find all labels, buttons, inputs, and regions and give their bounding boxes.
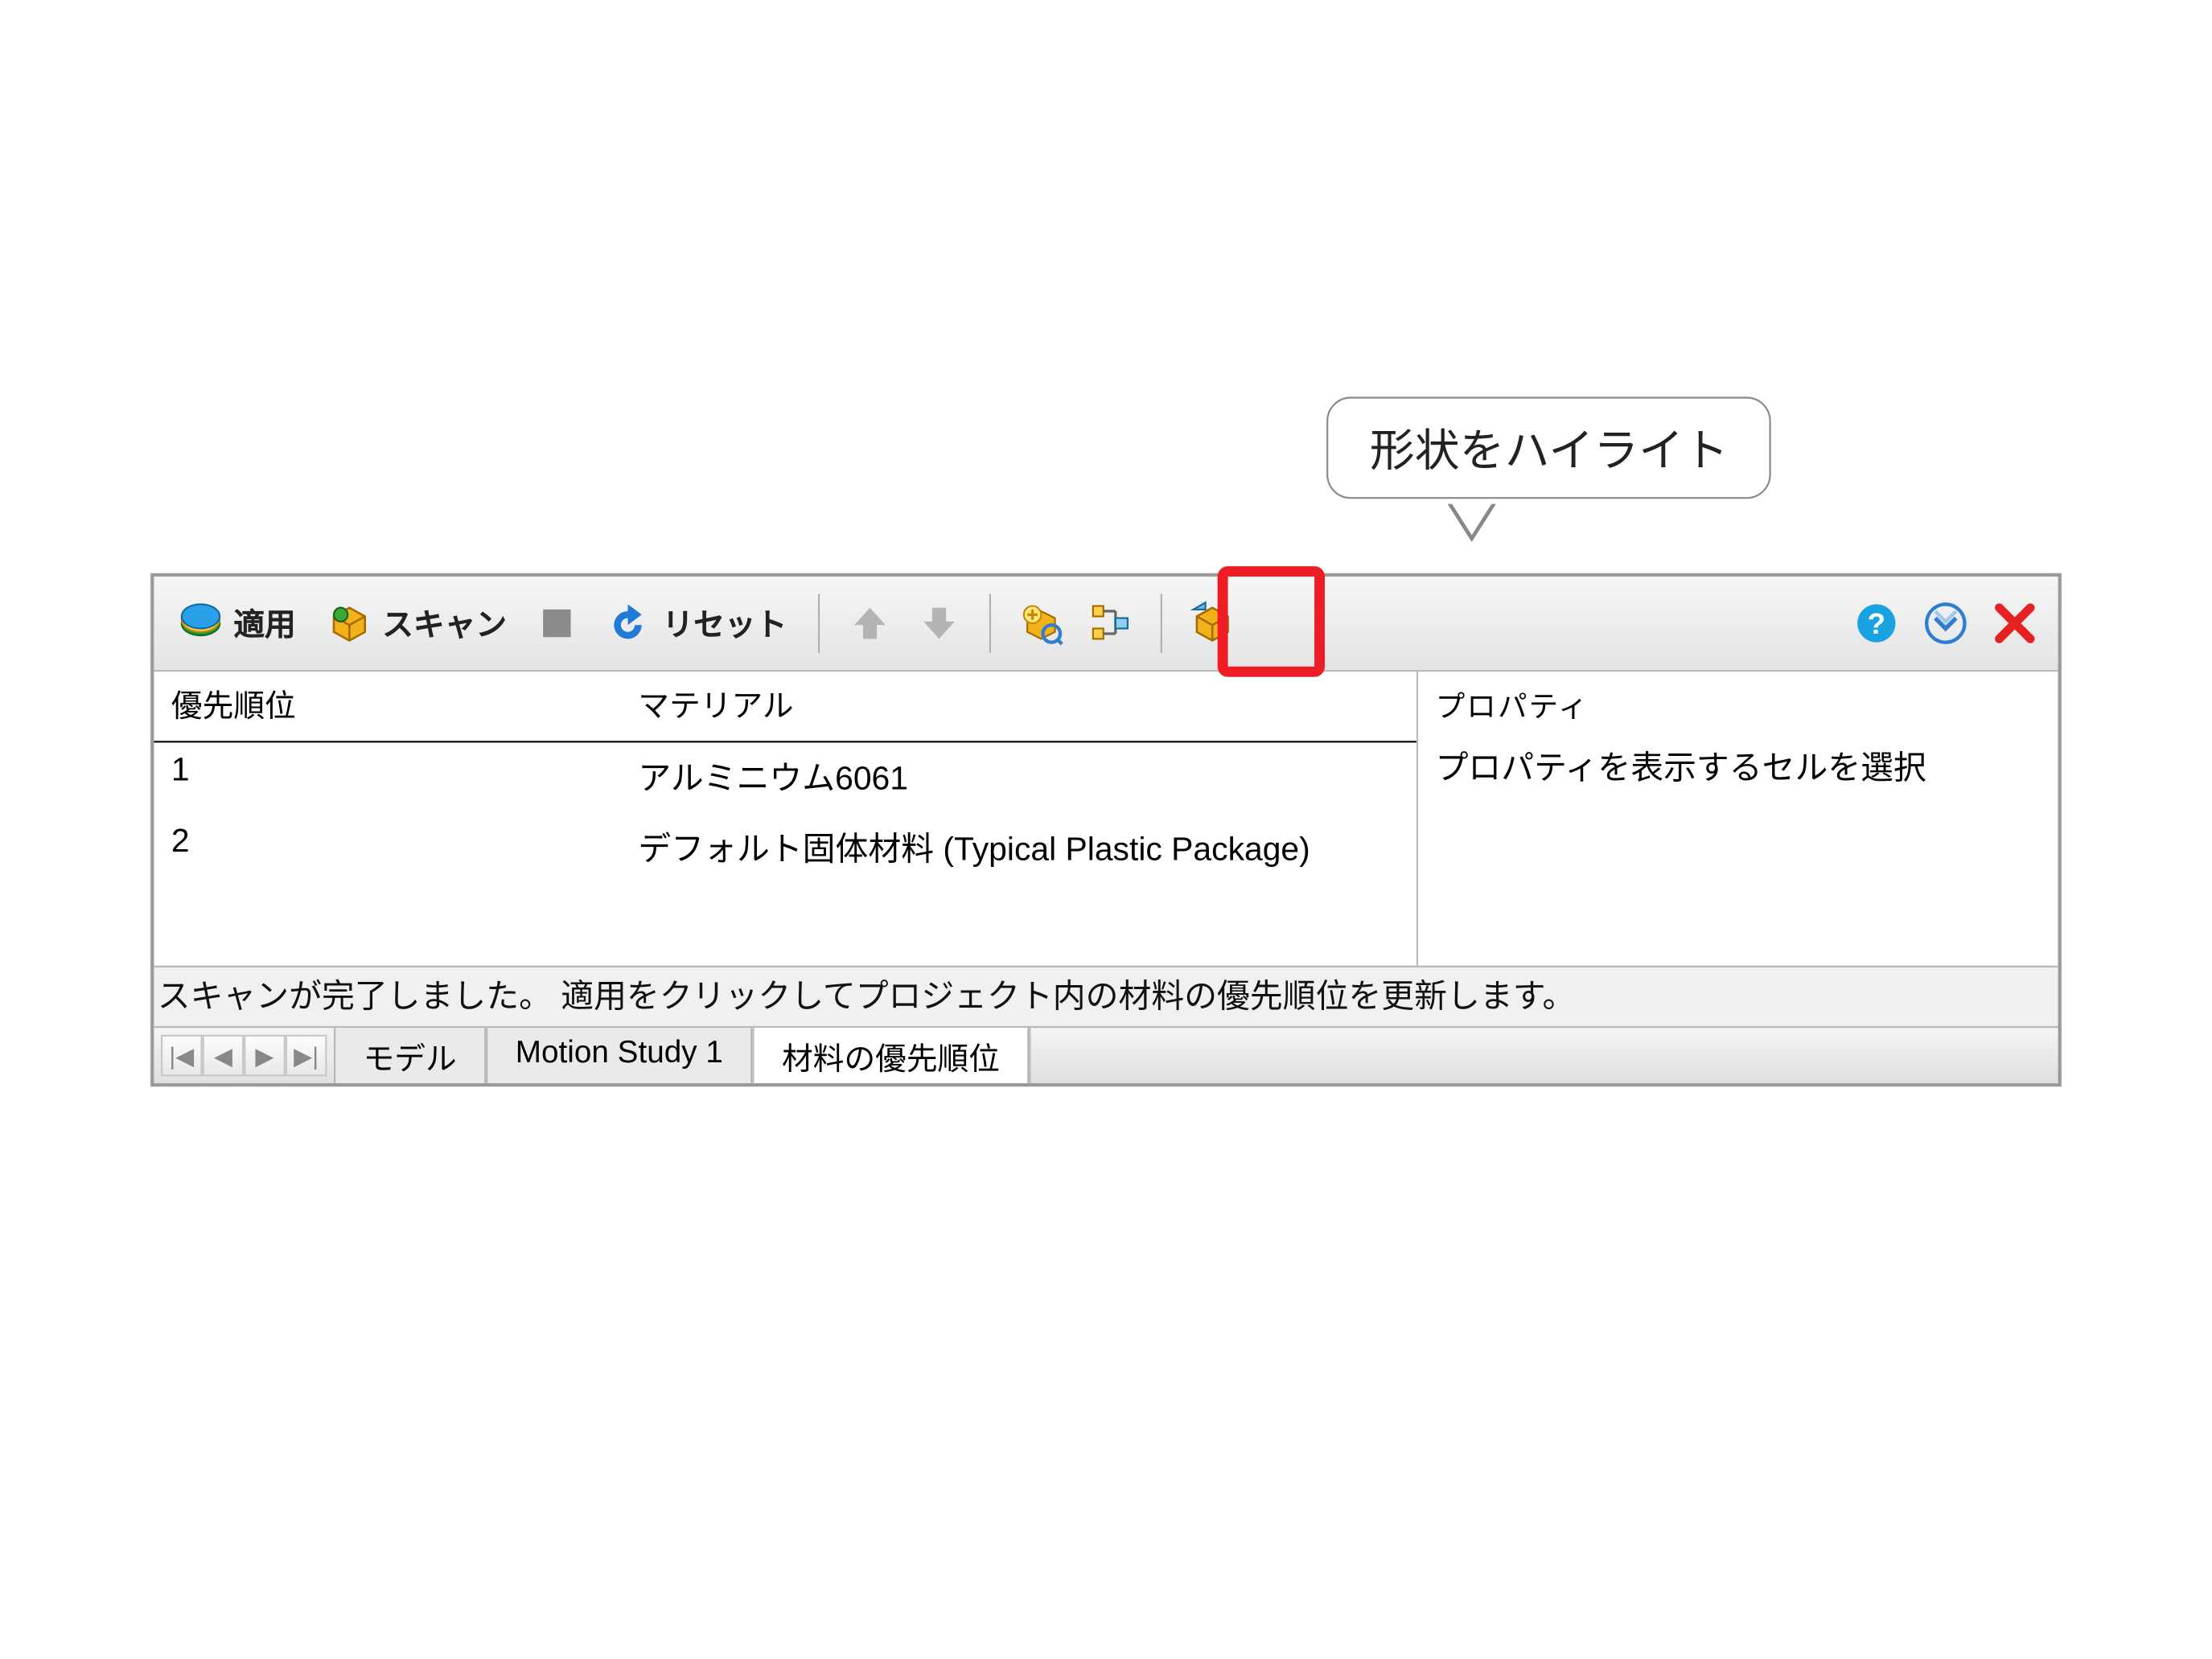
move-down-button[interactable] — [910, 593, 968, 652]
highlight-cube-icon — [1190, 601, 1235, 646]
scan-label: スキャン — [382, 601, 507, 646]
table-header-row: 優先順位 マテリアル — [154, 671, 1416, 742]
arrow-down-icon — [917, 601, 962, 646]
highlight-shape-button[interactable] — [1183, 593, 1242, 652]
tab-material-priority[interactable]: 材料の優先順位 — [752, 1028, 1029, 1083]
cell-material: アルミニウム6061 — [621, 742, 1416, 813]
toolbar: 適用 スキャン — [154, 577, 2058, 671]
undo-icon — [607, 601, 652, 646]
cell-priority: 1 — [154, 742, 621, 813]
callout-tail — [1448, 503, 1496, 541]
properties-header: プロパティ — [1436, 678, 2041, 742]
list-tree-icon — [1087, 601, 1133, 646]
nav-prev-button[interactable]: ◀ — [203, 1034, 245, 1076]
properties-panel: プロパティ プロパティを表示するセルを選択 — [1418, 671, 2058, 966]
help-button[interactable]: ? — [1847, 593, 1906, 652]
help-icon: ? — [1854, 601, 1899, 646]
arrow-up-icon — [848, 601, 893, 646]
priority-table: 優先順位 マテリアル 1 アルミニウム6061 2 デフォルト固体材料 (Typ… — [154, 671, 1418, 966]
chevron-circle-down-icon — [1923, 601, 1968, 646]
toolbar-separator — [818, 593, 820, 652]
nav-prev-icon: ◀ — [214, 1041, 232, 1070]
status-text: スキャンが完了しました。 適用をクリックしてプロジェクト内の材料の優先順位を更新… — [158, 979, 1576, 1015]
nav-last-button[interactable]: ▶| — [286, 1034, 327, 1076]
nav-last-icon: ▶| — [294, 1041, 319, 1070]
toolbar-separator — [1161, 593, 1162, 652]
tab-label: Motion Study 1 — [516, 1034, 723, 1069]
nav-next-button[interactable]: ▶ — [244, 1034, 286, 1076]
status-bar: スキャンが完了しました。 適用をクリックしてプロジェクト内の材料の優先順位を更新… — [154, 965, 2058, 1025]
svg-text:?: ? — [1868, 606, 1885, 639]
tab-motion-study[interactable]: Motion Study 1 — [486, 1028, 752, 1083]
move-up-button[interactable] — [841, 593, 899, 652]
apply-button[interactable]: 適用 — [168, 593, 306, 652]
tab-label: モデル — [364, 1041, 457, 1076]
close-icon — [1992, 601, 2037, 646]
bottom-tab-strip: |◀ ◀ ▶ ▶| モデル Motion Study 1 材料の優先順位 — [154, 1026, 2058, 1083]
material-priority-panel: 適用 スキャン — [150, 573, 2062, 1086]
stop-button[interactable] — [528, 593, 586, 652]
tab-nav-buttons: |◀ ◀ ▶ ▶| — [154, 1028, 334, 1083]
reset-button[interactable]: リセット — [597, 593, 797, 652]
close-button[interactable] — [1985, 593, 2044, 652]
header-priority: 優先順位 — [154, 671, 621, 741]
expand-button[interactable] — [1916, 593, 1975, 652]
scan-icon — [327, 601, 372, 646]
nav-first-icon: |◀ — [169, 1041, 194, 1070]
tab-label: 材料の優先順位 — [782, 1041, 1000, 1076]
list-settings-button[interactable] — [1081, 593, 1140, 652]
cell-material: デフォルト固体材料 (Typical Plastic Package) — [621, 813, 1416, 884]
nav-first-button[interactable]: |◀ — [161, 1034, 203, 1076]
stop-icon — [534, 601, 579, 646]
tab-model[interactable]: モデル — [334, 1028, 486, 1083]
header-material: マテリアル — [621, 671, 1416, 741]
table-row[interactable]: 1 アルミニウム6061 — [154, 742, 1416, 813]
properties-message: プロパティを表示するセルを選択 — [1436, 742, 2041, 789]
cube-plus-icon — [1018, 601, 1063, 646]
add-material-button[interactable] — [1012, 593, 1071, 652]
content-area: 優先順位 マテリアル 1 アルミニウム6061 2 デフォルト固体材料 (Typ… — [154, 671, 2058, 966]
scan-button[interactable]: スキャン — [317, 593, 517, 652]
callout-text: 形状をハイライト — [1370, 424, 1729, 476]
callout-highlight-shape: 形状をハイライト — [1326, 396, 1772, 499]
table-row[interactable]: 2 デフォルト固体材料 (Typical Plastic Package) — [154, 813, 1416, 884]
apply-icon — [179, 601, 224, 646]
apply-label: 適用 — [233, 601, 295, 646]
cell-priority: 2 — [154, 813, 621, 884]
nav-next-icon: ▶ — [255, 1041, 273, 1070]
toolbar-separator — [989, 593, 991, 652]
reset-label: リセット — [663, 601, 787, 646]
